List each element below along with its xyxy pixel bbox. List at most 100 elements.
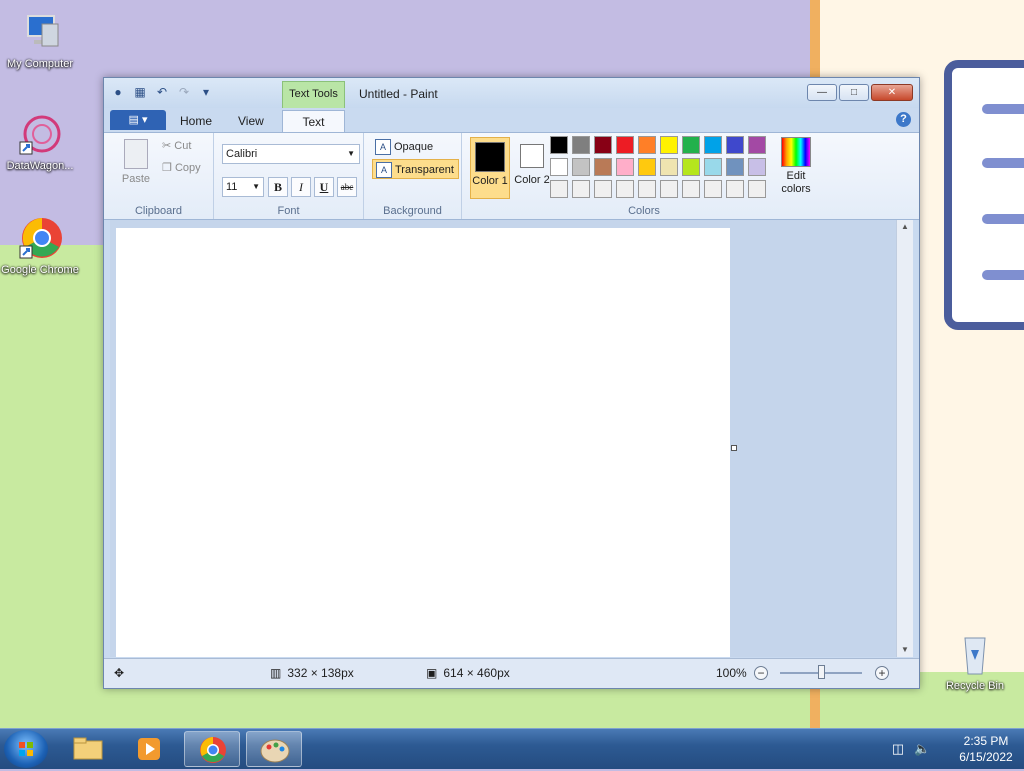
palette-swatch[interactable] [550, 158, 568, 176]
opaque-label: Opaque [394, 141, 434, 153]
desktop-icon-google-chrome[interactable]: Google Chrome [0, 216, 80, 277]
palette-swatch[interactable] [660, 158, 678, 176]
palette-swatch[interactable] [748, 158, 766, 176]
font-family-select[interactable]: Calibri ▼ [222, 144, 360, 164]
copy-button[interactable]: ❐ Copy [162, 161, 201, 174]
font-group: Calibri ▼ 11 ▼ B I U abc Font [214, 133, 364, 219]
palette-swatch[interactable] [594, 136, 612, 154]
drawing-canvas[interactable] [116, 228, 730, 657]
tab-home[interactable]: Home [166, 110, 226, 132]
palette-swatch[interactable] [682, 158, 700, 176]
media-player-icon [138, 738, 160, 760]
underline-button[interactable]: U [314, 177, 334, 197]
desktop-icon-label: My Computer [6, 58, 74, 70]
transparent-button[interactable]: A Transparent [372, 159, 459, 179]
opaque-icon: A [375, 139, 391, 155]
volume-icon[interactable]: 🔈 [914, 741, 930, 757]
quick-access-toolbar: ● ▦ ↶ ↷ ▾ [110, 84, 214, 100]
tab-view[interactable]: View [224, 110, 278, 132]
window-title: Untitled - Paint [359, 87, 438, 101]
paint-menu-button[interactable]: ▤ ▾ [110, 110, 166, 130]
start-button[interactable] [4, 730, 48, 768]
text-tools-context-label: Text Tools [282, 81, 345, 108]
paint-app-icon[interactable]: ● [110, 84, 126, 100]
transparent-label: Transparent [395, 164, 454, 176]
cut-button[interactable]: ✂ Cut [162, 139, 191, 152]
palette-swatch[interactable] [682, 180, 700, 198]
bold-button[interactable]: B [268, 177, 288, 197]
font-group-label: Font [277, 205, 300, 217]
palette-swatch[interactable] [660, 180, 678, 198]
palette-swatch[interactable] [726, 158, 744, 176]
palette-swatch[interactable] [748, 180, 766, 198]
desktop-icon-my-computer[interactable]: My Computer [0, 10, 80, 71]
palette-swatch[interactable] [572, 158, 590, 176]
palette-swatch[interactable] [704, 136, 722, 154]
palette-swatch[interactable] [704, 158, 722, 176]
canvas-resize-handle[interactable] [731, 445, 737, 451]
edit-colors-button[interactable]: Edit colors [774, 137, 818, 196]
palette-swatch[interactable] [748, 136, 766, 154]
taskbar-media-player[interactable] [122, 731, 178, 767]
tab-text[interactable]: Text [282, 110, 345, 132]
paste-icon [124, 139, 148, 169]
color2-button[interactable]: Color 2 [512, 137, 552, 199]
desktop-icon-datawagon[interactable]: DataWagon... [0, 112, 80, 173]
palette-swatch[interactable] [550, 180, 568, 198]
palette-swatch[interactable] [726, 180, 744, 198]
palette-swatch[interactable] [660, 136, 678, 154]
palette-swatch[interactable] [572, 180, 590, 198]
computer-icon [18, 10, 62, 54]
move-cursor-icon: ✥ [114, 666, 125, 680]
palette-swatch[interactable] [726, 136, 744, 154]
vertical-scrollbar[interactable]: ▲ ▼ [896, 220, 913, 657]
desktop-icon-recycle-bin[interactable]: Recycle Bin [935, 632, 1015, 693]
palette-swatch[interactable] [638, 158, 656, 176]
italic-button[interactable]: I [291, 177, 311, 197]
paste-button[interactable]: Paste [118, 139, 154, 185]
network-icon[interactable]: ◫ [890, 741, 906, 757]
scroll-down-icon[interactable]: ▼ [897, 643, 913, 657]
clock[interactable]: 2:35 PM 6/15/2022 [954, 733, 1018, 765]
palette-swatch[interactable] [616, 158, 634, 176]
palette-swatch[interactable] [550, 136, 568, 154]
palette-swatch[interactable] [616, 180, 634, 198]
palette-swatch[interactable] [682, 136, 700, 154]
palette-swatch[interactable] [572, 136, 590, 154]
minimize-button[interactable]: — [807, 84, 837, 101]
scroll-up-icon[interactable]: ▲ [897, 220, 913, 234]
maximize-button[interactable]: □ [839, 84, 869, 101]
palette-swatch[interactable] [638, 180, 656, 198]
cursor-position: ✥ [114, 666, 124, 680]
undo-icon[interactable]: ↶ [154, 84, 170, 100]
taskbar-explorer[interactable] [60, 731, 116, 767]
taskbar-paint[interactable] [246, 731, 302, 767]
paint-window: ● ▦ ↶ ↷ ▾ Text Tools Untitled - Paint — … [103, 77, 920, 689]
palette-swatch[interactable] [704, 180, 722, 198]
zoom-out-button[interactable]: − [754, 666, 768, 680]
help-icon[interactable]: ? [896, 112, 911, 127]
chevron-down-icon: ▼ [347, 149, 355, 158]
palette-swatch[interactable] [594, 180, 612, 198]
opaque-button[interactable]: A Opaque [372, 137, 437, 157]
zoom-in-button[interactable]: + [875, 666, 889, 680]
zoom-slider-thumb[interactable] [818, 665, 825, 679]
close-button[interactable]: ✕ [871, 84, 913, 101]
font-family-value: Calibri [226, 148, 258, 160]
palette-swatch[interactable] [594, 158, 612, 176]
font-size-select[interactable]: 11 ▼ [222, 177, 264, 197]
color2-label: Color 2 [514, 174, 550, 186]
customize-toolbar-icon[interactable]: ▾ [198, 84, 214, 100]
color1-button[interactable]: Color 1 [470, 137, 510, 199]
font-size-value: 11 [226, 181, 238, 193]
save-icon[interactable]: ▦ [132, 84, 148, 100]
strikethrough-button[interactable]: abc [337, 177, 357, 197]
transparent-icon: A [376, 162, 392, 178]
taskbar-chrome[interactable] [184, 731, 240, 767]
windows-logo-icon [19, 742, 33, 756]
redo-icon[interactable]: ↷ [176, 84, 192, 100]
clock-date: 6/15/2022 [959, 750, 1013, 764]
title-bar[interactable]: ● ▦ ↶ ↷ ▾ Text Tools Untitled - Paint — … [104, 78, 919, 108]
palette-swatch[interactable] [616, 136, 634, 154]
palette-swatch[interactable] [638, 136, 656, 154]
